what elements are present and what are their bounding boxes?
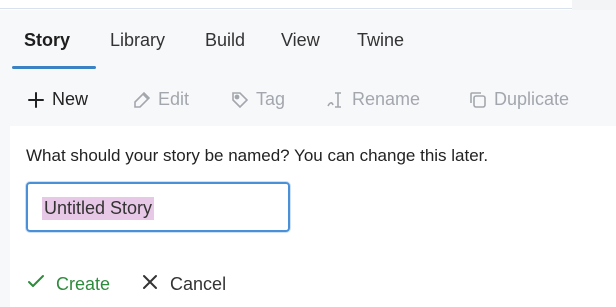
- create-button[interactable]: Create: [26, 272, 110, 297]
- new-story-dialog: What should your story be named? You can…: [10, 126, 616, 307]
- top-tabs: Story Library Build View Twine: [0, 10, 616, 80]
- rename-label: Rename: [352, 89, 421, 109]
- x-icon: [140, 272, 160, 297]
- checkmark-icon: [26, 272, 46, 297]
- tab-view[interactable]: View: [281, 30, 320, 51]
- top-divider: [0, 8, 572, 9]
- top-strip: [0, 0, 616, 10]
- duplicate-button[interactable]: Duplicate: [468, 89, 569, 110]
- edit-button[interactable]: Edit: [132, 89, 189, 110]
- pencil-icon: [132, 90, 152, 110]
- tag-icon: [230, 90, 250, 110]
- active-tab-indicator: [12, 66, 96, 69]
- new-button[interactable]: New: [26, 89, 88, 110]
- tab-build[interactable]: Build: [205, 30, 245, 51]
- tab-story[interactable]: Story: [24, 30, 70, 51]
- top-fade: [572, 0, 616, 10]
- rename-icon: [326, 90, 346, 110]
- dialog-actions: Create Cancel: [26, 272, 226, 297]
- panel-left-gutter: [0, 126, 10, 307]
- tab-twine[interactable]: Twine: [357, 30, 404, 51]
- edit-label: Edit: [158, 89, 190, 109]
- tab-library[interactable]: Library: [110, 30, 165, 51]
- new-label: New: [52, 89, 89, 109]
- tag-button[interactable]: Tag: [230, 89, 285, 110]
- story-name-input[interactable]: Untitled Story: [26, 182, 290, 232]
- cancel-label: Cancel: [170, 274, 227, 294]
- duplicate-label: Duplicate: [494, 89, 570, 109]
- dialog-prompt: What should your story be named? You can…: [26, 146, 489, 165]
- duplicate-icon: [468, 90, 488, 110]
- create-label: Create: [56, 274, 111, 294]
- story-name-value: Untitled Story: [42, 197, 155, 220]
- story-toolbar: New Edit Tag Rename Duplicate: [0, 70, 616, 126]
- rename-button[interactable]: Rename: [326, 89, 420, 110]
- plus-icon: [26, 90, 46, 110]
- tag-label: Tag: [256, 89, 286, 109]
- cancel-button[interactable]: Cancel: [140, 272, 226, 297]
